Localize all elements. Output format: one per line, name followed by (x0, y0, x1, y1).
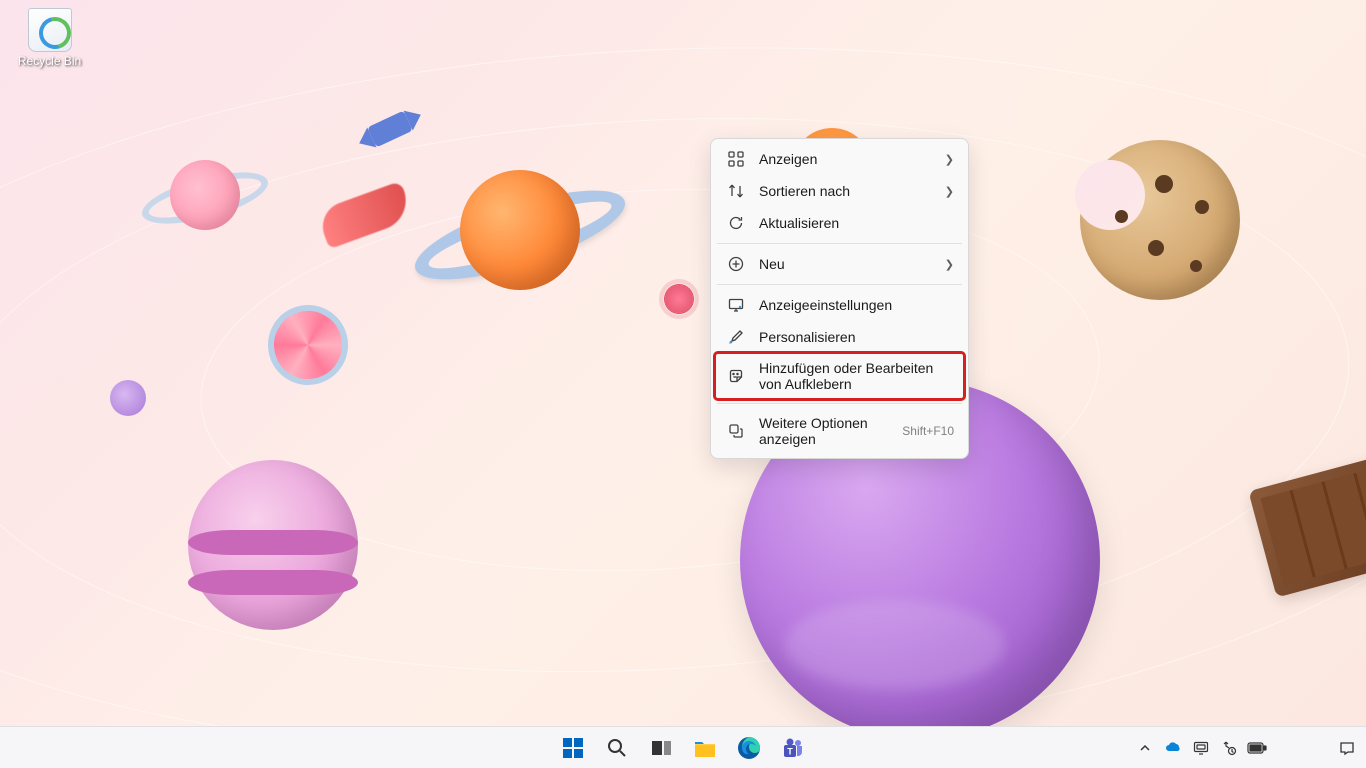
brush-icon (727, 328, 745, 346)
notifications-button[interactable] (1334, 730, 1360, 766)
menu-label: Weitere Optionen anzeigen (759, 415, 896, 447)
taskbar: T (0, 726, 1366, 768)
menu-item-stickers[interactable]: Hinzufügen oder Bearbeiten von Aufkleber… (715, 353, 964, 399)
svg-text:T: T (787, 746, 793, 756)
wallpaper-decoration (110, 380, 146, 416)
tray-overflow-button[interactable] (1132, 730, 1158, 766)
refresh-icon (727, 214, 745, 232)
usb-tray-icon[interactable] (1216, 730, 1242, 766)
search-button[interactable] (598, 730, 636, 766)
menu-separator (717, 403, 962, 404)
wallpaper-decoration (1115, 210, 1128, 223)
menu-label: Anzeigeeinstellungen (759, 297, 954, 313)
wallpaper-decoration (460, 170, 580, 290)
menu-item-more-options[interactable]: Weitere Optionen anzeigen Shift+F10 (715, 408, 964, 454)
cast-tray-icon[interactable] (1188, 730, 1214, 766)
menu-label: Hinzufügen oder Bearbeiten von Aufkleber… (759, 360, 954, 392)
recycle-bin-shortcut[interactable]: Recycle Bin (12, 8, 87, 68)
wallpaper-decoration (1190, 260, 1202, 272)
plus-circle-icon (727, 255, 745, 273)
menu-label: Aktualisieren (759, 215, 954, 231)
grid-icon (727, 150, 745, 168)
battery-tray-icon[interactable] (1244, 730, 1270, 766)
taskbar-center: T (554, 730, 812, 766)
menu-separator (717, 284, 962, 285)
menu-label: Personalisieren (759, 329, 954, 345)
menu-separator (717, 243, 962, 244)
sort-icon (727, 182, 745, 200)
more-options-icon (727, 422, 745, 440)
teams-button[interactable]: T (774, 730, 812, 766)
desktop-context-menu: Anzeigen ❯ Sortieren nach ❯ Aktualisiere… (710, 138, 969, 459)
menu-shortcut: Shift+F10 (902, 424, 954, 438)
wallpaper-decoration (188, 460, 358, 630)
edge-button[interactable] (730, 730, 768, 766)
chevron-right-icon: ❯ (945, 153, 954, 166)
desktop[interactable]: Recycle Bin Anzeigen ❯ Sortieren nach ❯ … (0, 0, 1366, 726)
taskview-button[interactable] (642, 730, 680, 766)
menu-label: Neu (759, 256, 937, 272)
menu-item-personalize[interactable]: Personalisieren (715, 321, 964, 353)
wallpaper-decoration (1195, 200, 1209, 214)
menu-item-sort[interactable]: Sortieren nach ❯ (715, 175, 964, 207)
recycle-bin-icon (28, 8, 72, 52)
system-tray (1132, 730, 1360, 766)
start-button[interactable] (554, 730, 592, 766)
menu-item-display-settings[interactable]: Anzeigeeinstellungen (715, 289, 964, 321)
menu-label: Anzeigen (759, 151, 937, 167)
onedrive-tray-icon[interactable] (1160, 730, 1186, 766)
wallpaper-decoration (1155, 175, 1173, 193)
clock-area[interactable] (1272, 730, 1332, 766)
wallpaper-decoration (1148, 240, 1164, 256)
file-explorer-button[interactable] (686, 730, 724, 766)
menu-item-refresh[interactable]: Aktualisieren (715, 207, 964, 239)
chevron-right-icon: ❯ (945, 185, 954, 198)
wallpaper-decoration (1080, 140, 1240, 300)
menu-item-new[interactable]: Neu ❯ (715, 248, 964, 280)
menu-label: Sortieren nach (759, 183, 937, 199)
wallpaper-decoration (170, 160, 240, 230)
sticker-icon (727, 367, 745, 385)
recycle-bin-label: Recycle Bin (12, 54, 87, 68)
chevron-right-icon: ❯ (945, 258, 954, 271)
display-icon (727, 296, 745, 314)
menu-item-view[interactable]: Anzeigen ❯ (715, 143, 964, 175)
wallpaper-decoration (665, 285, 693, 313)
